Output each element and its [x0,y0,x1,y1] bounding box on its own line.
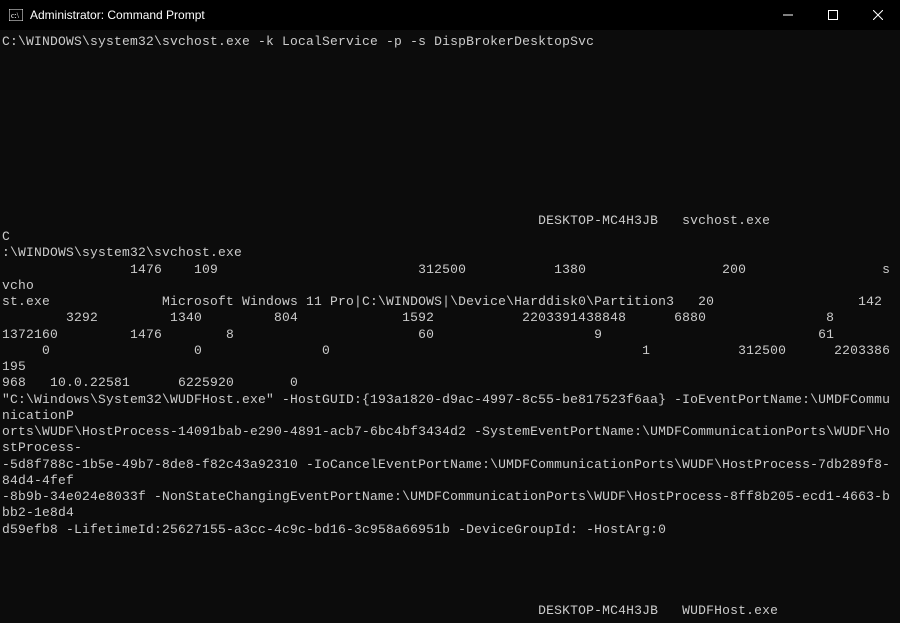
terminal-line: DESKTOP-MC4H3JB WUDFHost.exe [2,603,894,619]
terminal-line: "C:\Windows\System32\WUDFHost.exe" -Host… [2,392,894,425]
terminal-line: orts\WUDF\HostProcess-14091bab-e290-4891… [2,424,894,457]
terminal-line: 1372160 1476 8 60 9 61 [2,327,894,343]
terminal-line [2,83,894,99]
titlebar: c:\ Administrator: Command Prompt [0,0,900,30]
window-title: Administrator: Command Prompt [30,8,765,22]
window-controls [765,0,900,30]
terminal-line [2,587,894,603]
terminal-line [2,148,894,164]
maximize-button[interactable] [810,0,855,30]
close-button[interactable] [855,0,900,30]
terminal-line [2,554,894,570]
terminal-line: 968 10.0.22581 6225920 0 [2,375,894,391]
terminal-line [2,538,894,554]
terminal-line [2,132,894,148]
terminal-line: C:\WINDOWS\system32\svchost.exe -k Local… [2,34,894,50]
terminal-line: DESKTOP-MC4H3JB svchost.exe C [2,213,894,246]
terminal-line: 0 0 0 1 312500 2203386195 [2,343,894,376]
svg-text:c:\: c:\ [11,11,20,20]
terminal-line [2,115,894,131]
terminal-line: 1476 109 312500 1380 200 svcho [2,262,894,295]
terminal-line: 3292 1340 804 1592 2203391438848 6880 8 [2,310,894,326]
terminal-line: -8b9b-34e024e8033f -NonStateChangingEven… [2,489,894,522]
terminal-line [2,50,894,66]
terminal-line: st.exe Microsoft Windows 11 Pro|C:\WINDO… [2,294,894,310]
terminal-line [2,197,894,213]
terminal-line: -5d8f788c-1b5e-49b7-8de8-f82c43a92310 -I… [2,457,894,490]
terminal-output[interactable]: C:\WINDOWS\system32\svchost.exe -k Local… [0,30,900,623]
terminal-line [2,164,894,180]
terminal-line [2,180,894,196]
terminal-line [2,99,894,115]
terminal-line [2,570,894,586]
terminal-line: :\WINDOWS\system32\svchost.exe [2,245,894,261]
terminal-line: d59efb8 -LifetimeId:25627155-a3cc-4c9c-b… [2,522,894,538]
minimize-button[interactable] [765,0,810,30]
cmd-icon: c:\ [8,7,24,23]
terminal-line [2,67,894,83]
